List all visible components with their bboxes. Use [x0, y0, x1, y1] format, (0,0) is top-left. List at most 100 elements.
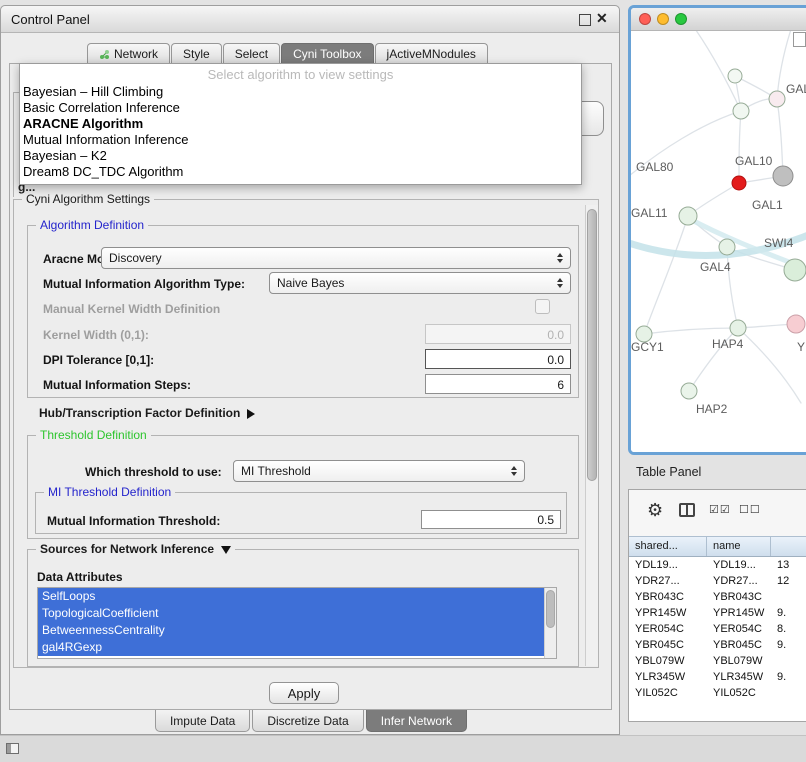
- collapse-down-icon: [221, 546, 231, 554]
- tab-style[interactable]: Style: [171, 43, 222, 64]
- threshold-definition-title: Threshold Definition: [36, 428, 151, 442]
- table-cell: 9.: [771, 605, 806, 621]
- close-window-icon[interactable]: [639, 13, 651, 25]
- hub-section-toggle[interactable]: Hub/Transcription Factor Definition: [39, 406, 255, 420]
- network-node-label: GAL4: [700, 260, 731, 274]
- menu-option-aracne-algorithm[interactable]: ARACNE Algorithm: [20, 116, 581, 132]
- table-row[interactable]: YBR045CYBR045C9.: [629, 637, 806, 653]
- cyni-settings-title: Cyni Algorithm Settings: [22, 192, 154, 206]
- network-node[interactable]: [784, 259, 806, 281]
- network-node[interactable]: [769, 91, 785, 107]
- network-node-label: GAL11: [631, 206, 668, 220]
- table-row[interactable]: YER054CYER054C8.: [629, 621, 806, 637]
- bottom-tab-bar: Impute DataDiscretize DataInfer Network: [1, 710, 621, 732]
- expand-right-icon: [247, 409, 255, 419]
- table-row[interactable]: YLR345WYLR345W9.: [629, 669, 806, 685]
- mi-steps-field[interactable]: 6: [425, 374, 571, 394]
- table-row[interactable]: YIL052CYIL052C: [629, 685, 806, 701]
- mi-type-select[interactable]: Naive Bayes: [269, 272, 571, 294]
- table-body: YDL19...YDL19...13YDR27...YDR27...12YBR0…: [629, 557, 806, 722]
- table-row[interactable]: YBL079WYBL079W: [629, 653, 806, 669]
- mi-steps-label: Mutual Information Steps:: [43, 378, 191, 392]
- mi-threshold-field[interactable]: 0.5: [421, 510, 561, 529]
- status-strip: [0, 735, 806, 762]
- table-cell: YBR043C: [707, 589, 771, 605]
- network-node[interactable]: [719, 239, 735, 255]
- network-node[interactable]: [730, 320, 746, 336]
- network-node[interactable]: [681, 383, 697, 399]
- menu-option-mutual-information-inference[interactable]: Mutual Information Inference: [20, 132, 581, 148]
- menu-option-bayesian-k2[interactable]: Bayesian – K2: [20, 148, 581, 164]
- tab-label: Style: [183, 47, 210, 61]
- zoom-window-icon[interactable]: [675, 13, 687, 25]
- menu-option-dream8-dc-tdc-algorithm[interactable]: Dream8 DC_TDC Algorithm: [20, 164, 581, 180]
- attr-list-scrollbar[interactable]: [544, 588, 556, 658]
- which-threshold-select[interactable]: MI Threshold: [233, 460, 525, 482]
- table-cell: [771, 685, 806, 701]
- columns-icon[interactable]: [679, 503, 695, 517]
- network-view-window: GALGAL80GAL10GAL11GAL1SWI4GAL4GCY1HAP4YH…: [628, 5, 806, 455]
- minimize-icon[interactable]: [579, 14, 591, 26]
- table-row[interactable]: YDL19...YDL19...13: [629, 557, 806, 573]
- column-header-name[interactable]: name: [707, 537, 771, 556]
- attribute-item-betweennesscentrality[interactable]: BetweennessCentrality: [38, 622, 544, 639]
- minimize-window-icon[interactable]: [657, 13, 669, 25]
- column-header-2[interactable]: [771, 537, 806, 556]
- attribute-item-gal4rgexp[interactable]: gal4RGexp: [38, 639, 544, 656]
- kernel-width-label: Kernel Width (0,1):: [43, 328, 149, 342]
- network-node[interactable]: [787, 315, 805, 333]
- network-node[interactable]: [728, 69, 742, 83]
- canvas-corner-widget[interactable]: [793, 32, 806, 47]
- table-cell: 9.: [771, 669, 806, 685]
- apply-button[interactable]: Apply: [269, 682, 339, 704]
- kernel-width-field[interactable]: 0.0: [425, 324, 571, 344]
- attr-list-scrollbar-thumb[interactable]: [546, 590, 555, 628]
- dpi-tolerance-field[interactable]: 0.0: [425, 349, 571, 369]
- chevron-updown-icon: [511, 466, 517, 476]
- table-cell: YBL079W: [707, 653, 771, 669]
- table-cell: [771, 589, 806, 605]
- attribute-item-selfloops[interactable]: SelfLoops: [38, 588, 544, 605]
- attribute-item-topologicalcoefficient[interactable]: TopologicalCoefficient: [38, 605, 544, 622]
- table-header-row: shared...name: [629, 536, 806, 557]
- manual-kernel-checkbox[interactable]: [535, 299, 550, 314]
- tab-cyni-toolbox[interactable]: Cyni Toolbox: [281, 43, 373, 64]
- tab-jactivemnodules[interactable]: jActiveMNodules: [375, 43, 488, 64]
- table-cell: YBL079W: [629, 653, 707, 669]
- menu-option-bayesian-hill-climbing[interactable]: Bayesian – Hill Climbing: [20, 84, 581, 100]
- sources-title-row[interactable]: Sources for Network Inference: [36, 542, 235, 556]
- tab-label: Network: [114, 47, 158, 61]
- network-node[interactable]: [773, 166, 793, 186]
- table-row[interactable]: YPR145WYPR145W9.: [629, 605, 806, 621]
- checkbox-unchecked-pair-icon[interactable]: ☐☐: [739, 503, 761, 516]
- bottom-tab-infer-network[interactable]: Infer Network: [366, 710, 467, 732]
- network-node[interactable]: [732, 176, 746, 190]
- table-cell: YBR045C: [629, 637, 707, 653]
- aracne-mode-select[interactable]: Discovery: [101, 247, 571, 269]
- tab-network[interactable]: Network: [87, 43, 170, 64]
- settings-scrollbar-thumb[interactable]: [587, 209, 597, 481]
- chevron-updown-icon: [557, 278, 563, 288]
- network-node[interactable]: [679, 207, 697, 225]
- tab-select[interactable]: Select: [223, 43, 280, 64]
- mi-type-label: Mutual Information Algorithm Type:: [43, 277, 245, 291]
- menu-option-basic-correlation-inference[interactable]: Basic Correlation Inference: [20, 100, 581, 116]
- table-row[interactable]: YBR043CYBR043C: [629, 589, 806, 605]
- bottom-tab-discretize-data[interactable]: Discretize Data: [252, 710, 363, 732]
- table-row[interactable]: YDR27...YDR27...12: [629, 573, 806, 589]
- tab-label: jActiveMNodules: [387, 47, 476, 61]
- network-canvas[interactable]: GALGAL80GAL10GAL11GAL1SWI4GAL4GCY1HAP4YH…: [631, 31, 806, 453]
- settings-scrollbar[interactable]: [585, 205, 598, 666]
- control-panel-titlebar: Control Panel ✕: [1, 6, 619, 33]
- table-cell: YDR27...: [629, 573, 707, 589]
- table-cell: [771, 653, 806, 669]
- panel-toggle-icon[interactable]: [6, 743, 19, 754]
- bottom-tab-impute-data[interactable]: Impute Data: [155, 710, 250, 732]
- close-icon[interactable]: ✕: [596, 10, 608, 27]
- data-attributes-list[interactable]: SelfLoopsTopologicalCoefficientBetweenne…: [37, 587, 557, 659]
- gear-icon[interactable]: ⚙: [647, 500, 663, 521]
- column-header-shared-[interactable]: shared...: [629, 537, 707, 556]
- network-node[interactable]: [733, 103, 749, 119]
- checkbox-checked-pair-icon[interactable]: ☑☑: [709, 503, 731, 516]
- network-window-titlebar[interactable]: [631, 8, 806, 31]
